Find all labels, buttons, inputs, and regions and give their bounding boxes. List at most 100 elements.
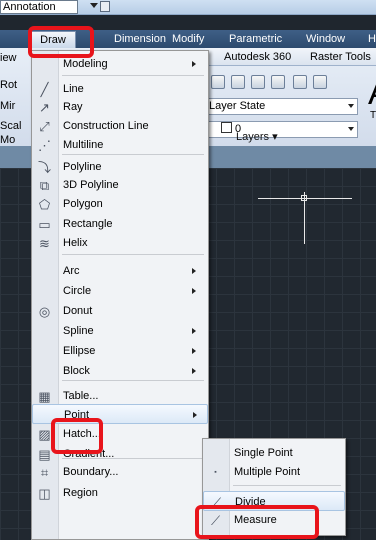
menu-modify-label: Modify [172, 33, 205, 45]
menu-separator [62, 458, 204, 459]
menu-dimension-label: Dimension [114, 33, 166, 45]
menu-item-label: Line [63, 83, 84, 95]
menu-separator [62, 154, 204, 155]
crosshair-pickbox [301, 195, 307, 201]
menu-item-region[interactable]: ◫ Region [32, 483, 208, 503]
menu-item-rectangle[interactable]: ▭ Rectangle [32, 214, 208, 234]
menu-parametric[interactable]: Parametric [229, 30, 282, 48]
hatch-icon: ▨ [38, 427, 51, 442]
quick-access-button[interactable] [100, 1, 110, 12]
menu-item-circle[interactable]: Circle [32, 281, 208, 301]
menu-item-modeling[interactable]: Modeling [32, 54, 208, 74]
menu-window-label: Window [306, 33, 346, 45]
mirror-tool-label[interactable]: Mir [0, 100, 15, 112]
submenu-item-measure[interactable]: ⟋ Measure [203, 510, 345, 530]
chevron-right-icon [192, 268, 196, 274]
menu-item-label: Boundary... [63, 466, 119, 478]
menu-item-boundary[interactable]: ⌗ Boundary... [32, 462, 208, 482]
menu-item-label: Table... [63, 390, 99, 402]
menu-item-ellipse[interactable]: Ellipse [32, 341, 208, 361]
menu-item-helix[interactable]: ≋ Helix [32, 233, 208, 253]
multiline-icon: ⋰ [38, 138, 51, 153]
menu-item-label: Rectangle [63, 218, 113, 230]
text-panel-label: T [370, 110, 376, 121]
table-icon: ▦ [38, 389, 51, 404]
tab-raster-tools[interactable]: Raster Tools [310, 51, 371, 63]
menu-item-line[interactable]: ╱ Line [32, 79, 208, 99]
submenu-separator [233, 485, 341, 486]
menu-item-label: Spline [63, 325, 94, 337]
menu-item-donut[interactable]: ◎ Donut [32, 301, 208, 321]
point-submenu: Single Point ▪ Multiple Point ⟋ Divide ⟋ Measu… [202, 438, 346, 536]
menu-item-point[interactable]: Point [32, 404, 208, 424]
menu-item-block[interactable]: Block [32, 361, 208, 381]
menu-item-label: Ray [63, 101, 83, 113]
layer-color-swatch [221, 122, 232, 133]
menu-item-polyline[interactable]: ⤵ Polyline [32, 157, 208, 177]
chevron-down-icon[interactable] [90, 3, 98, 8]
menu-separator [62, 380, 204, 381]
region-icon: ◫ [38, 486, 51, 501]
line-icon: ╱ [40, 82, 49, 97]
layer-lock-icon[interactable] [293, 75, 307, 89]
menu-item-label: Modeling [63, 58, 108, 70]
scale-tool-label[interactable]: Scal [0, 120, 21, 132]
rectangle-icon: ▭ [38, 217, 51, 232]
chevron-right-icon [193, 412, 197, 418]
layer-state-value: Layer State [209, 100, 266, 112]
submenu-item-divide[interactable]: ⟋ Divide [203, 491, 345, 511]
menu-item-gradient[interactable]: ▤ Gradient... [32, 444, 208, 464]
menu-item-construction-line[interactable]: ⤢ Construction Line [32, 116, 208, 136]
submenu-item-multiple-point[interactable]: ▪ Multiple Point [203, 462, 345, 482]
polyline-icon: ⤵ [37, 160, 51, 175]
workspace-value: Annotation [3, 1, 56, 13]
submenu-item-label: Measure [234, 514, 277, 526]
workspace-dropdown[interactable]: Annotation [0, 0, 78, 14]
modify-panel-label: Mo [0, 134, 16, 146]
menu-item-ray[interactable]: ↗ Ray [32, 97, 208, 117]
menu-item-label: Construction Line [63, 120, 149, 132]
menu-item-spline[interactable]: Spline [32, 321, 208, 341]
chevron-down-icon [348, 127, 354, 131]
menu-help[interactable]: H [368, 30, 376, 48]
layer-isolate-icon[interactable] [231, 75, 245, 89]
menu-item-label: Region [63, 487, 98, 499]
menu-modify[interactable]: Modify [172, 30, 204, 48]
construction-line-icon: ⤢ [39, 119, 50, 134]
menu-item-multiline[interactable]: ⋰ Multiline [32, 135, 208, 155]
chevron-right-icon [192, 61, 196, 67]
menu-item-label: Polygon [63, 198, 103, 210]
rotate-tool-label[interactable]: Rot [0, 79, 17, 91]
layer-off-icon[interactable] [271, 75, 285, 89]
menu-item-table[interactable]: ▦ Table... [32, 386, 208, 406]
menu-item-label: Helix [63, 237, 88, 249]
menu-draw[interactable]: Draw [30, 31, 76, 49]
menu-item-label: Circle [63, 285, 92, 297]
multiple-point-icon: ▪ [214, 469, 217, 476]
menu-item-arc[interactable]: Arc [32, 261, 208, 281]
menu-dimension[interactable]: Dimension [114, 30, 166, 48]
menu-parametric-label: Parametric [229, 33, 283, 45]
donut-icon: ◎ [38, 304, 51, 319]
menu-item-polygon[interactable]: ⬠ Polygon [32, 194, 208, 214]
submenu-item-single-point[interactable]: Single Point [203, 443, 345, 463]
ray-icon: ↗ [39, 100, 50, 115]
draw-menu: Modeling ╱ Line ↗ Ray ⤢ Construction Line ⋰ Mult… [31, 50, 209, 540]
layer-state-dropdown[interactable]: Layer State [205, 98, 358, 115]
tab-autodesk-360[interactable]: Autodesk 360 [224, 51, 291, 63]
annotation-text-icon[interactable]: A [368, 74, 376, 113]
menu-item-3d-polyline[interactable]: ⧉ 3D Polyline [32, 175, 208, 195]
layer-properties-icon[interactable] [211, 75, 225, 89]
menu-item-label: Point [64, 409, 90, 421]
menu-window[interactable]: Window [306, 30, 345, 48]
layer-freeze-icon[interactable] [251, 75, 265, 89]
layer-match-icon[interactable] [313, 75, 327, 89]
divide-icon: ⟋ [211, 495, 222, 510]
menu-item-label: Arc [63, 265, 80, 277]
layer-dropdown[interactable]: 0 [205, 121, 358, 138]
menu-item-hatch[interactable]: ▨ Hatch... [32, 424, 208, 444]
ribbon-left-tab: iew [0, 52, 17, 64]
menu-item-label: Donut [63, 305, 93, 317]
layers-panel-title[interactable]: Layers ▾ [236, 130, 278, 143]
menu-item-label: Polyline [63, 161, 102, 173]
